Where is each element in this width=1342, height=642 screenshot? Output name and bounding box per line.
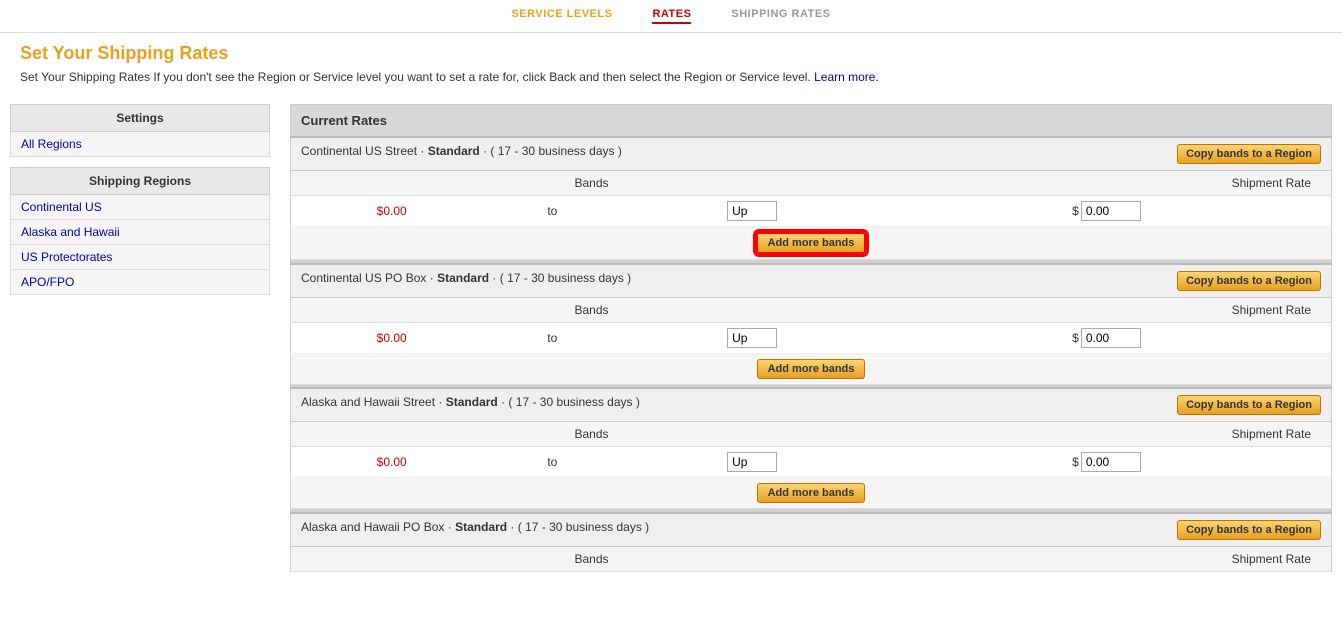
- add-more-bands-button-1[interactable]: Add more bands: [757, 359, 866, 379]
- region-title-row-0: Continental US Street · Standard · ( 17 …: [291, 137, 1332, 171]
- rate-dollar-1: $: [1072, 331, 1079, 345]
- sidebar-alaska-hawaii-row[interactable]: Alaska and Hawaii: [10, 220, 270, 245]
- band-from-2: $0.00: [291, 447, 493, 478]
- continental-us-link[interactable]: Continental US: [21, 200, 102, 214]
- band-up-cell-1: [612, 322, 892, 353]
- rate-dollar-0: $: [1072, 204, 1079, 218]
- bands-header-row-0: Bands Shipment Rate: [291, 171, 1332, 196]
- rate-input-wrap-2: $: [1072, 452, 1141, 472]
- copy-bands-button-3[interactable]: Copy bands to a Region: [1177, 520, 1321, 540]
- band-to-label-0: to: [492, 196, 612, 227]
- band-to-label-2: to: [492, 447, 612, 478]
- region-title-cell-0: Continental US Street · Standard · ( 17 …: [291, 137, 1332, 171]
- bands-label-3: Bands: [291, 546, 892, 571]
- rate-input-wrap-1: $: [1072, 328, 1141, 348]
- rate-input-wrap-0: $: [1072, 201, 1141, 221]
- region-title-row-1: Continental US PO Box · Standard · ( 17 …: [291, 264, 1332, 298]
- region-title-cell-2: Alaska and Hawaii Street · Standard · ( …: [291, 388, 1332, 422]
- page-content: Settings All Regions Shipping Regions Co…: [0, 94, 1342, 582]
- shipment-rate-label-1: Shipment Rate: [892, 297, 1332, 322]
- sidebar-settings-section: Settings All Regions: [10, 104, 270, 157]
- rate-dollar-2: $: [1072, 455, 1079, 469]
- region-title-row-2: Alaska and Hawaii Street · Standard · ( …: [291, 388, 1332, 422]
- region-title-text-0: Continental US Street · Standard · ( 17 …: [301, 144, 622, 158]
- sidebar-settings-header: Settings: [10, 104, 270, 132]
- shipment-rate-cell-0: $: [892, 196, 1332, 227]
- rate-input-1[interactable]: [1081, 328, 1141, 348]
- current-rates-header: Current Rates: [291, 105, 1332, 138]
- all-regions-link[interactable]: All Regions: [21, 137, 82, 151]
- sidebar-continental-us-row[interactable]: Continental US: [10, 195, 270, 220]
- shipment-rate-label-2: Shipment Rate: [892, 422, 1332, 447]
- sidebar-shipping-regions-section: Shipping Regions Continental US Alaska a…: [10, 167, 270, 295]
- band-up-cell-2: [612, 447, 892, 478]
- band-data-row-1: $0.00 to $: [291, 322, 1332, 353]
- copy-bands-button-1[interactable]: Copy bands to a Region: [1177, 271, 1321, 291]
- bands-label-0: Bands: [291, 171, 892, 196]
- sidebar-apo-fpo-row[interactable]: APO/FPO: [10, 270, 270, 295]
- sidebar-us-protectorates-row[interactable]: US Protectorates: [10, 245, 270, 270]
- band-data-row-2: $0.00 to $: [291, 447, 1332, 478]
- add-more-bands-button-0[interactable]: Add more bands: [756, 232, 867, 254]
- add-more-row-2: Add more bands: [291, 478, 1332, 509]
- region-title-text-2: Alaska and Hawaii Street · Standard · ( …: [301, 395, 640, 409]
- bands-header-row-1: Bands Shipment Rate: [291, 297, 1332, 322]
- page-description: Set Your Shipping Rates If you don't see…: [20, 70, 1322, 84]
- add-more-bands-button-2[interactable]: Add more bands: [757, 483, 866, 503]
- bands-label-1: Bands: [291, 297, 892, 322]
- nav-shipping-rates[interactable]: SHIPPING RATES: [731, 8, 830, 24]
- shipment-rate-label-0: Shipment Rate: [892, 171, 1332, 196]
- add-more-cell-0: Add more bands: [291, 227, 1332, 260]
- region-title-cell-3: Alaska and Hawaii PO Box · Standard · ( …: [291, 513, 1332, 547]
- sidebar-all-regions-row[interactable]: All Regions: [10, 132, 270, 157]
- add-more-row-1: Add more bands: [291, 353, 1332, 384]
- bands-label-2: Bands: [291, 422, 892, 447]
- add-more-cell-1: Add more bands: [291, 353, 1332, 384]
- band-up-input-1[interactable]: [727, 328, 777, 348]
- rates-header-row: Current Rates: [291, 105, 1332, 138]
- rate-input-2[interactable]: [1081, 452, 1141, 472]
- main-content: Current Rates Continental US Street · St…: [280, 104, 1342, 572]
- shipment-rate-cell-2: $: [892, 447, 1332, 478]
- band-to-label-1: to: [492, 322, 612, 353]
- copy-bands-button-0[interactable]: Copy bands to a Region: [1177, 144, 1321, 164]
- region-title-text-1: Continental US PO Box · Standard · ( 17 …: [301, 271, 631, 285]
- page-title: Set Your Shipping Rates: [20, 43, 1322, 64]
- add-more-cell-2: Add more bands: [291, 478, 1332, 509]
- band-data-row-0: $0.00 to $: [291, 196, 1332, 227]
- band-from-0: $0.00: [291, 196, 493, 227]
- shipment-rate-cell-1: $: [892, 322, 1332, 353]
- bands-header-row-2: Bands Shipment Rate: [291, 422, 1332, 447]
- bands-header-row-3: Bands Shipment Rate: [291, 546, 1332, 571]
- page-header: Set Your Shipping Rates Set Your Shippin…: [0, 33, 1342, 94]
- nav-rates[interactable]: RATES: [652, 8, 691, 24]
- us-protectorates-link[interactable]: US Protectorates: [21, 250, 112, 264]
- rate-input-0[interactable]: [1081, 201, 1141, 221]
- band-up-input-0[interactable]: [727, 201, 777, 221]
- band-from-1: $0.00: [291, 322, 493, 353]
- nav-service-levels[interactable]: SERVICE LEVELS: [512, 8, 613, 24]
- learn-more-link[interactable]: Learn more.: [814, 70, 879, 84]
- alaska-hawaii-link[interactable]: Alaska and Hawaii: [21, 225, 120, 239]
- band-up-cell-0: [612, 196, 892, 227]
- region-title-text-3: Alaska and Hawaii PO Box · Standard · ( …: [301, 520, 649, 534]
- band-up-input-2[interactable]: [727, 452, 777, 472]
- shipment-rate-label-3: Shipment Rate: [892, 546, 1332, 571]
- add-more-row-0: Add more bands: [291, 227, 1332, 260]
- apo-fpo-link[interactable]: APO/FPO: [21, 275, 74, 289]
- sidebar: Settings All Regions Shipping Regions Co…: [0, 104, 280, 572]
- region-title-row-3: Alaska and Hawaii PO Box · Standard · ( …: [291, 513, 1332, 547]
- sidebar-shipping-regions-header: Shipping Regions: [10, 167, 270, 195]
- region-title-cell-1: Continental US PO Box · Standard · ( 17 …: [291, 264, 1332, 298]
- rates-table: Current Rates Continental US Street · St…: [290, 104, 1332, 572]
- copy-bands-button-2[interactable]: Copy bands to a Region: [1177, 395, 1321, 415]
- top-navigation: SERVICE LEVELS RATES SHIPPING RATES: [0, 0, 1342, 33]
